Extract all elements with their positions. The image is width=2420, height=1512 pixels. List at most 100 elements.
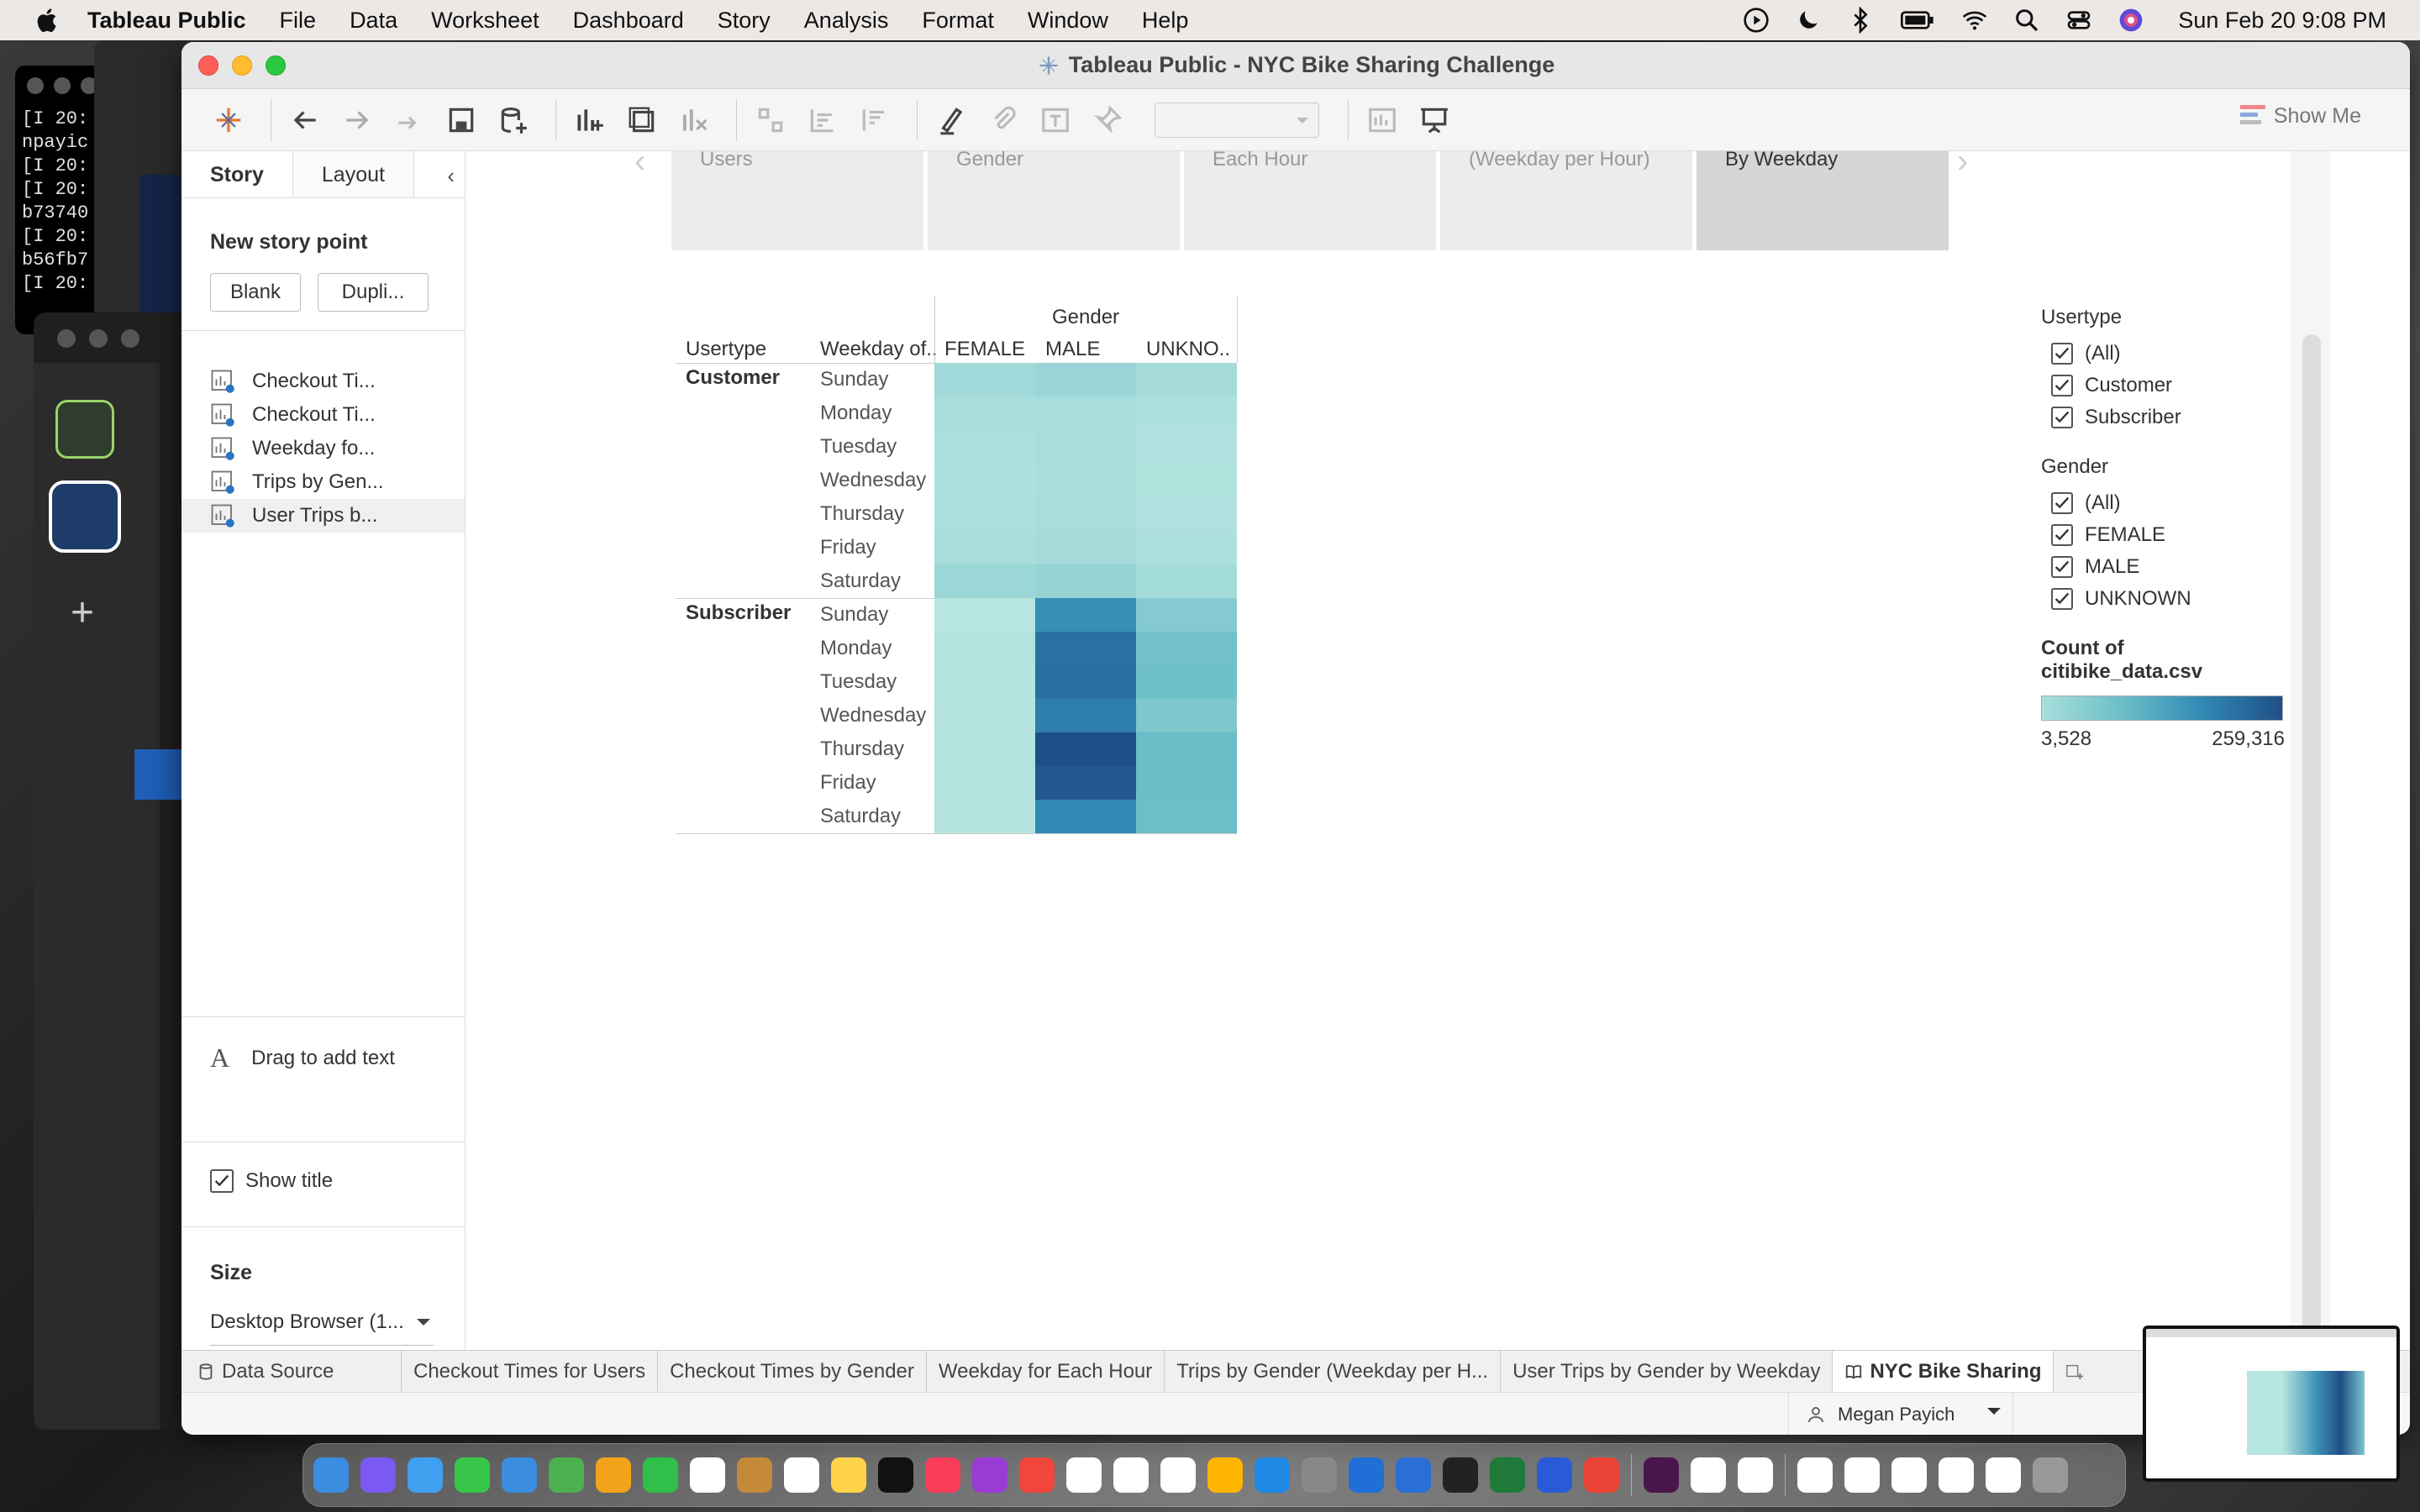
text-button[interactable]	[1034, 98, 1077, 142]
dock-app-icon[interactable]	[1207, 1457, 1243, 1493]
dock-app-icon[interactable]	[784, 1457, 819, 1493]
dock-app-icon[interactable]	[502, 1457, 537, 1493]
dock-app-icon[interactable]	[1302, 1457, 1337, 1493]
presentation-mode-button[interactable]	[1413, 98, 1456, 142]
tab-sheet[interactable]: Checkout Times by Gender	[658, 1350, 927, 1393]
menu-window[interactable]: Window	[1028, 8, 1108, 34]
tab-sheet[interactable]: Checkout Times for Users	[402, 1350, 659, 1393]
minimize-window-button[interactable]	[232, 55, 252, 76]
heatmap-cell[interactable]	[934, 396, 1035, 430]
heatmap-cell[interactable]	[1136, 531, 1237, 564]
sheet-item[interactable]: Weekday fo...	[182, 432, 465, 465]
heatmap-cell[interactable]	[934, 766, 1035, 800]
dock-app-icon[interactable]	[1113, 1457, 1149, 1493]
heatmap-cell[interactable]	[1136, 632, 1237, 665]
heatmap-cell[interactable]	[1136, 497, 1237, 531]
app-switcher-icon[interactable]	[55, 400, 114, 459]
dock-app-icon[interactable]	[972, 1457, 1007, 1493]
clear-sheet-button[interactable]	[672, 98, 716, 142]
heatmap-cell[interactable]	[1136, 564, 1237, 598]
user-menu[interactable]: Megan Payich	[1788, 1393, 2013, 1435]
filter-option[interactable]: Customer	[2041, 370, 2181, 402]
collapse-pane-icon[interactable]: ‹	[447, 163, 455, 189]
story-point-tab[interactable]: Users	[671, 151, 923, 250]
heatmap-cell[interactable]	[1035, 430, 1136, 464]
next-story-point-icon[interactable]: ›	[1957, 143, 1968, 181]
redirect-button[interactable]	[387, 98, 431, 142]
dock-app-icon[interactable]	[313, 1457, 349, 1493]
dock-app-icon[interactable]	[925, 1457, 960, 1493]
heatmap-cell[interactable]	[934, 665, 1035, 699]
dock-app-icon[interactable]	[1349, 1457, 1384, 1493]
dock-app-icon[interactable]	[455, 1457, 490, 1493]
redo-button[interactable]	[335, 98, 379, 142]
dock-app-icon[interactable]	[1443, 1457, 1478, 1493]
dock-app-icon[interactable]	[737, 1457, 772, 1493]
heatmap-cell[interactable]	[934, 632, 1035, 665]
vertical-scrollbar[interactable]	[2291, 151, 2330, 1435]
heatmap-cell[interactable]	[1035, 363, 1136, 396]
heatmap-cell[interactable]	[1035, 497, 1136, 531]
story-point-tab[interactable]: Gender	[928, 151, 1180, 250]
dock-app-icon[interactable]	[878, 1457, 913, 1493]
menu-dashboard[interactable]: Dashboard	[573, 8, 684, 34]
heatmap-cell[interactable]	[1136, 665, 1237, 699]
drag-to-add-text[interactable]: A Drag to add text	[182, 1016, 465, 1142]
bluetooth-icon[interactable]	[1847, 7, 1874, 34]
heatmap-cell[interactable]	[934, 497, 1035, 531]
fit-dropdown[interactable]	[1155, 102, 1319, 138]
play-status-icon[interactable]	[1743, 7, 1770, 34]
dock-app-icon[interactable]	[408, 1457, 443, 1493]
scrollbar-thumb[interactable]	[2302, 334, 2321, 1435]
new-worksheet-button[interactable]	[568, 98, 612, 142]
background-app-window[interactable]: +	[34, 312, 202, 1430]
dock-app-icon[interactable]	[1986, 1457, 2021, 1493]
tab-story[interactable]: Story	[182, 151, 292, 197]
sheet-item-selected[interactable]: User Trips b...	[182, 499, 465, 533]
menu-file[interactable]: File	[280, 8, 317, 34]
dock-app-icon[interactable]	[1891, 1457, 1927, 1493]
dock-app-icon[interactable]	[1584, 1457, 1619, 1493]
blank-story-point-button[interactable]: Blank	[210, 273, 301, 312]
heatmap-cell[interactable]	[1136, 396, 1237, 430]
sheet-item[interactable]: Checkout Ti...	[182, 365, 465, 398]
menu-worksheet[interactable]: Worksheet	[431, 8, 539, 34]
heatmap-cell[interactable]	[1136, 766, 1237, 800]
menu-story[interactable]: Story	[718, 8, 771, 34]
dock-app-icon[interactable]	[360, 1457, 396, 1493]
dock-app-icon[interactable]	[1939, 1457, 1974, 1493]
story-point-tab-active[interactable]: By Weekday	[1697, 151, 1949, 250]
filter-option[interactable]: Subscriber	[2041, 402, 2181, 433]
heatmap-cell[interactable]	[1136, 430, 1237, 464]
dock-app-icon[interactable]	[1691, 1457, 1726, 1493]
dock-app-icon[interactable]	[549, 1457, 584, 1493]
heatmap-cell[interactable]	[1035, 531, 1136, 564]
heatmap-cell[interactable]	[934, 531, 1035, 564]
menu-app-name[interactable]: Tableau Public	[87, 8, 246, 34]
heatmap-cell[interactable]	[1035, 699, 1136, 732]
heatmap-cell[interactable]	[1035, 464, 1136, 497]
dock-app-icon[interactable]	[1490, 1457, 1525, 1493]
heatmap-cell[interactable]	[934, 564, 1035, 598]
heatmap-cell[interactable]	[934, 598, 1035, 632]
undo-button[interactable]	[283, 98, 327, 142]
heatmap-cell[interactable]	[1035, 800, 1136, 833]
story-point-tab[interactable]: Each Hour	[1184, 151, 1436, 250]
heatmap-cell[interactable]	[1136, 800, 1237, 833]
heatmap-cell[interactable]	[934, 430, 1035, 464]
sort-ascending-button[interactable]	[801, 98, 844, 142]
dock-app-icon[interactable]	[690, 1457, 725, 1493]
dock-app-icon[interactable]	[1844, 1457, 1880, 1493]
tableau-logo-button[interactable]	[207, 98, 250, 142]
dock-app-icon[interactable]	[1066, 1457, 1102, 1493]
pin-button[interactable]	[1086, 98, 1129, 142]
filter-option[interactable]: (All)	[2041, 487, 2191, 519]
spotlight-search-icon[interactable]	[2013, 7, 2040, 34]
sort-descending-button[interactable]	[853, 98, 897, 142]
dock-app-icon[interactable]	[1738, 1457, 1773, 1493]
tab-sheet[interactable]: Weekday for Each Hour	[927, 1350, 1165, 1393]
story-point-tab[interactable]: (Weekday per Hour)	[1440, 151, 1692, 250]
heatmap-cell[interactable]	[1136, 598, 1237, 632]
heatmap-cell[interactable]	[934, 800, 1035, 833]
duplicate-sheet-button[interactable]	[620, 98, 664, 142]
